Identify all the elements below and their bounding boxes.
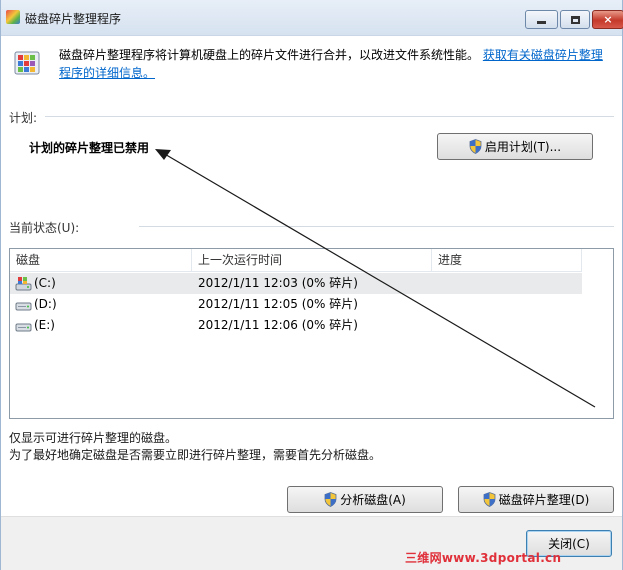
close-icon: × bbox=[603, 13, 613, 26]
note-defraggable-disks: 仅显示可进行碎片整理的磁盘。 bbox=[9, 431, 178, 445]
column-disk[interactable]: 磁盘 bbox=[10, 249, 192, 272]
disk-row-d[interactable]: (D:) 2012/1/11 12:05 (0% 碎片) bbox=[10, 294, 582, 315]
column-last-run[interactable]: 上一次运行时间 bbox=[192, 249, 432, 272]
schedule-divider bbox=[45, 116, 614, 117]
uac-shield-icon bbox=[483, 492, 496, 507]
last-run-time: 2012/1/11 12:06 (0% 碎片) bbox=[198, 318, 358, 332]
drive-icon bbox=[15, 323, 32, 332]
watermark: 三维网www.3dportal.cn bbox=[405, 551, 562, 565]
uac-shield-icon bbox=[324, 492, 337, 507]
enable-schedule-label: 启用计划(T)... bbox=[484, 140, 562, 154]
schedule-status: 计划的碎片整理已禁用 bbox=[29, 141, 150, 155]
enable-schedule-button[interactable]: 启用计划(T)... bbox=[437, 133, 593, 160]
window-title: 磁盘碎片整理程序 bbox=[25, 12, 122, 26]
last-run-time: 2012/1/11 12:03 (0% 碎片) bbox=[198, 276, 358, 290]
current-status-label: 当前状态(U): bbox=[9, 221, 80, 235]
defrag-app-icon bbox=[6, 10, 20, 24]
disk-name: (E:) bbox=[34, 318, 55, 332]
disk-row-c[interactable]: (C:) 2012/1/11 12:03 (0% 碎片) bbox=[10, 273, 582, 294]
defragment-disk-button[interactable]: 磁盘碎片整理(D) bbox=[458, 486, 614, 513]
minimize-button[interactable] bbox=[525, 10, 558, 29]
description-text: 磁盘碎片整理程序将计算机硬盘上的碎片文件进行合并，以改进文件系统性能。 bbox=[59, 48, 480, 62]
disk-name: (C:) bbox=[34, 276, 56, 290]
drive-icon bbox=[15, 302, 32, 311]
defragment-disk-label: 磁盘碎片整理(D) bbox=[498, 493, 590, 507]
column-progress[interactable]: 进度 bbox=[432, 249, 582, 272]
description: 磁盘碎片整理程序将计算机硬盘上的碎片文件进行合并，以改进文件系统性能。 获取有关… bbox=[59, 46, 614, 82]
last-run-time: 2012/1/11 12:05 (0% 碎片) bbox=[198, 297, 358, 311]
maximize-icon bbox=[570, 15, 580, 24]
disk-name: (D:) bbox=[34, 297, 57, 311]
title-bar[interactable]: 磁盘碎片整理程序 × bbox=[1, 0, 623, 36]
defragmenter-window: 磁盘碎片整理程序 × 磁盘碎片整理程序将计算机硬盘上的碎片文件进行合并，以改进文… bbox=[0, 0, 623, 570]
schedule-label: 计划: bbox=[9, 111, 38, 125]
analyze-disk-label: 分析磁盘(A) bbox=[340, 493, 406, 507]
minimize-icon bbox=[537, 21, 546, 24]
maximize-button[interactable] bbox=[560, 10, 590, 29]
disk-list[interactable]: 磁盘 上一次运行时间 进度 (C:) 2012/1/11 12:03 (0% 碎… bbox=[9, 248, 614, 419]
close-window-button[interactable]: × bbox=[592, 10, 623, 29]
status-divider bbox=[139, 226, 614, 227]
disk-row-e[interactable]: (E:) 2012/1/11 12:06 (0% 碎片) bbox=[10, 315, 582, 336]
uac-shield-icon bbox=[469, 139, 482, 154]
note-analyze-first: 为了最好地确定磁盘是否需要立即进行碎片整理，需要首先分析磁盘。 bbox=[9, 448, 382, 462]
disk-list-header: 磁盘 上一次运行时间 进度 bbox=[10, 249, 582, 272]
defrag-icon bbox=[14, 51, 40, 75]
analyze-disk-button[interactable]: 分析磁盘(A) bbox=[287, 486, 443, 513]
system-drive-icon bbox=[15, 277, 32, 291]
